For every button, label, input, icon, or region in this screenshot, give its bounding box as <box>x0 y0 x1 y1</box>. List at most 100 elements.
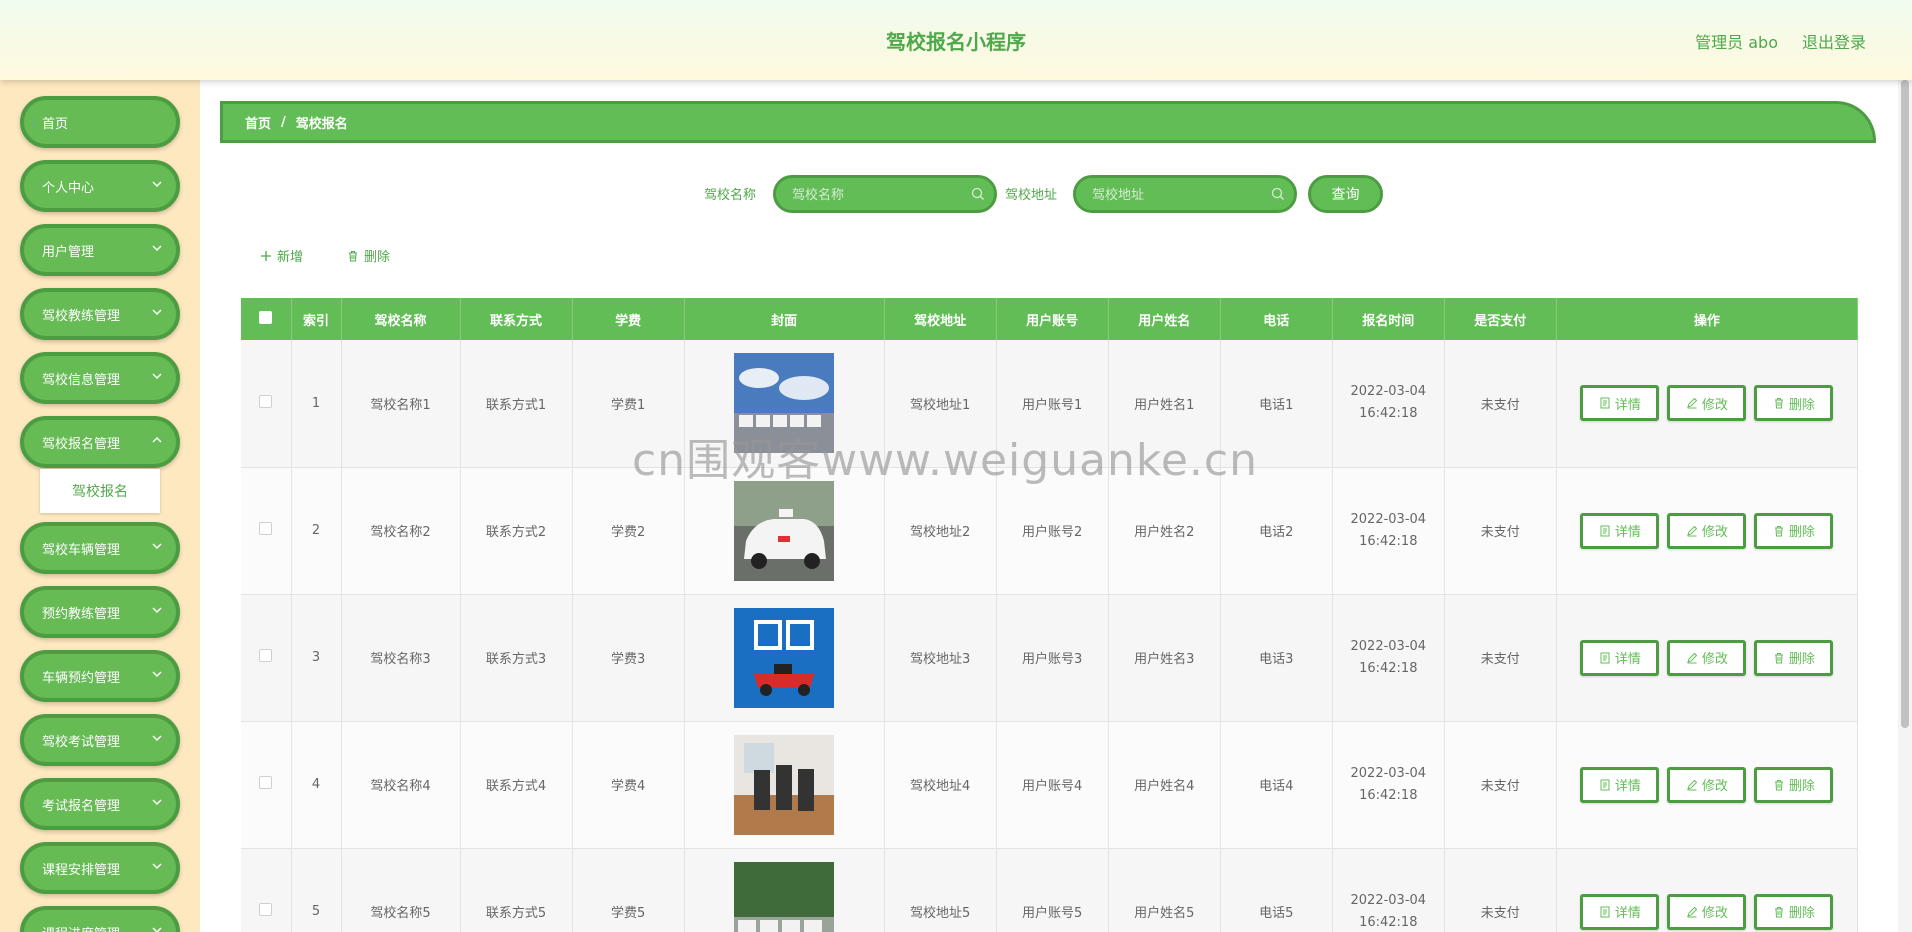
chevron-down-icon <box>152 735 162 742</box>
column-header: 电话 <box>1220 298 1333 340</box>
row-checkbox[interactable] <box>259 903 273 916</box>
column-header: 用户姓名 <box>1108 298 1221 340</box>
sidebar-item-label: 车辆预约管理 <box>42 670 121 686</box>
sidebar-item-course-schedule[interactable]: 课程安排管理 <box>20 842 180 894</box>
delete-button[interactable]: 删除 <box>1754 512 1834 549</box>
trash-icon <box>349 250 357 261</box>
sidebar-item-coaches[interactable]: 驾校教练管理 <box>20 288 180 340</box>
add-button-label: 新增 <box>277 250 304 265</box>
sidebar-item-enrollment[interactable]: 驾校报名管理 <box>20 416 180 468</box>
sidebar-item-label: 驾校教练管理 <box>42 308 121 324</box>
sidebar-item-vehicles[interactable]: 驾校车辆管理 <box>20 522 180 574</box>
sidebar-item-label: 预约教练管理 <box>42 606 121 622</box>
cover-cell <box>684 467 885 595</box>
delete-button[interactable]: 删除 <box>1754 385 1834 422</box>
delete-button[interactable]: 删除 <box>1754 766 1834 803</box>
add-button[interactable]: 新增 <box>260 246 303 265</box>
document-icon <box>1600 652 1610 663</box>
row-select-cell[interactable] <box>241 721 292 849</box>
phone-cell: 电话1 <box>1220 340 1333 468</box>
table-row: 3 驾校名称3 联系方式3 学费3 驾校地址3 用户账号3 用户姓名3 电话3 … <box>241 594 1858 722</box>
contact-cell: 联系方式1 <box>460 340 573 468</box>
phone-cell: 电话4 <box>1220 721 1333 849</box>
paid-cell: 未支付 <box>1444 467 1557 595</box>
time-text: 2022-03-04 16:42:18 <box>1350 384 1427 422</box>
sidebar-item-label: 课程安排管理 <box>42 862 121 878</box>
sidebar-item-vehicle-booking[interactable]: 车辆预约管理 <box>20 650 180 702</box>
row-checkbox[interactable] <box>259 776 273 789</box>
edit-button[interactable]: 修改 <box>1667 512 1747 549</box>
column-header: 用户账号 <box>996 298 1109 340</box>
time-text: 2022-03-04 16:42:18 <box>1350 638 1427 676</box>
sidebar-item-coach-booking[interactable]: 预约教练管理 <box>20 586 180 638</box>
detail-label: 详情 <box>1614 525 1641 540</box>
sidebar-item-profile[interactable]: 个人中心 <box>20 160 180 212</box>
sidebar-item-label: 个人中心 <box>42 180 95 196</box>
sidebar-item-exams[interactable]: 驾校考试管理 <box>20 714 180 766</box>
select-all-cell[interactable] <box>241 298 292 340</box>
contact-cell: 联系方式2 <box>460 467 573 595</box>
detail-button[interactable]: 详情 <box>1580 512 1660 549</box>
school-name-cell: 驾校名称4 <box>341 721 461 849</box>
edit-button[interactable]: 修改 <box>1667 639 1747 676</box>
detail-button[interactable]: 详情 <box>1580 639 1660 676</box>
submenu-item-enrollment[interactable]: 驾校报名 <box>40 469 160 513</box>
fee-cell: 学费1 <box>572 340 685 468</box>
document-icon <box>1600 906 1610 917</box>
sidebar-item-school-info[interactable]: 驾校信息管理 <box>20 352 180 404</box>
sidebar-item-label: 驾校报名管理 <box>42 436 121 452</box>
cover-cell <box>684 594 885 722</box>
edit-button[interactable]: 修改 <box>1667 766 1747 803</box>
row-checkbox[interactable] <box>259 522 273 535</box>
school-name-input[interactable] <box>773 175 997 213</box>
delete-button[interactable]: 删除 <box>1754 893 1834 930</box>
username-cell: 用户姓名3 <box>1108 594 1221 722</box>
chevron-up-icon <box>152 436 162 443</box>
detail-label: 详情 <box>1614 397 1641 413</box>
cover-image <box>734 353 835 454</box>
scrollbar-thumb[interactable] <box>1901 80 1909 728</box>
contact-cell: 联系方式4 <box>460 721 573 849</box>
ops-cell: 详情 修改 删除 <box>1556 594 1858 722</box>
detail-label: 详情 <box>1614 652 1641 667</box>
table-row: 2 驾校名称2 联系方式2 学费2 驾校地址2 用户账号2 用户姓名2 电话2 … <box>241 467 1858 595</box>
row-checkbox[interactable] <box>259 394 273 408</box>
edit-button[interactable]: 修改 <box>1667 385 1747 422</box>
row-select-cell[interactable] <box>241 340 292 468</box>
edit-icon <box>1687 525 1698 536</box>
detail-button[interactable]: 详情 <box>1580 385 1660 422</box>
row-select-cell[interactable] <box>241 594 292 722</box>
ops-cell: 详情 修改 删除 <box>1556 848 1858 932</box>
batch-delete-button[interactable]: 删除 <box>347 246 390 265</box>
vertical-scrollbar[interactable] <box>1898 80 1912 932</box>
school-address-label: 驾校地址 <box>1005 188 1058 203</box>
delete-button[interactable]: 删除 <box>1754 639 1834 676</box>
school-address-input[interactable] <box>1073 175 1297 213</box>
sidebar-item-exam-registration[interactable]: 考试报名管理 <box>20 778 180 830</box>
column-header: 封面 <box>684 298 885 340</box>
query-button[interactable]: 查询 <box>1308 175 1383 213</box>
sidebar-item-course-progress[interactable]: 课程进度管理 <box>20 906 180 932</box>
detail-button[interactable]: 详情 <box>1580 766 1660 803</box>
account-cell: 用户账号4 <box>996 721 1109 849</box>
detail-label: 详情 <box>1614 779 1641 794</box>
edit-icon <box>1687 906 1698 917</box>
chevron-down-icon <box>152 181 162 188</box>
time-text: 2022-03-04 16:42:18 <box>1350 892 1427 930</box>
breadcrumb-home[interactable]: 首页 <box>245 113 271 132</box>
sidebar-item-home[interactable]: 首页 <box>20 96 180 148</box>
account-cell: 用户账号1 <box>996 340 1109 468</box>
edit-button[interactable]: 修改 <box>1667 893 1747 930</box>
column-header: 学费 <box>572 298 685 340</box>
sidebar-item-label: 驾校考试管理 <box>42 734 121 750</box>
account-cell: 用户账号3 <box>996 594 1109 722</box>
sidebar-item-users[interactable]: 用户管理 <box>20 224 180 276</box>
column-header: 驾校地址 <box>884 298 997 340</box>
row-select-cell[interactable] <box>241 467 292 595</box>
select-all-checkbox[interactable] <box>259 310 273 324</box>
detail-button[interactable]: 详情 <box>1580 893 1660 930</box>
row-select-cell[interactable] <box>241 848 292 932</box>
cover-image <box>734 607 835 708</box>
row-checkbox[interactable] <box>259 649 273 662</box>
logout-link[interactable]: 退出登录 <box>1802 29 1866 53</box>
